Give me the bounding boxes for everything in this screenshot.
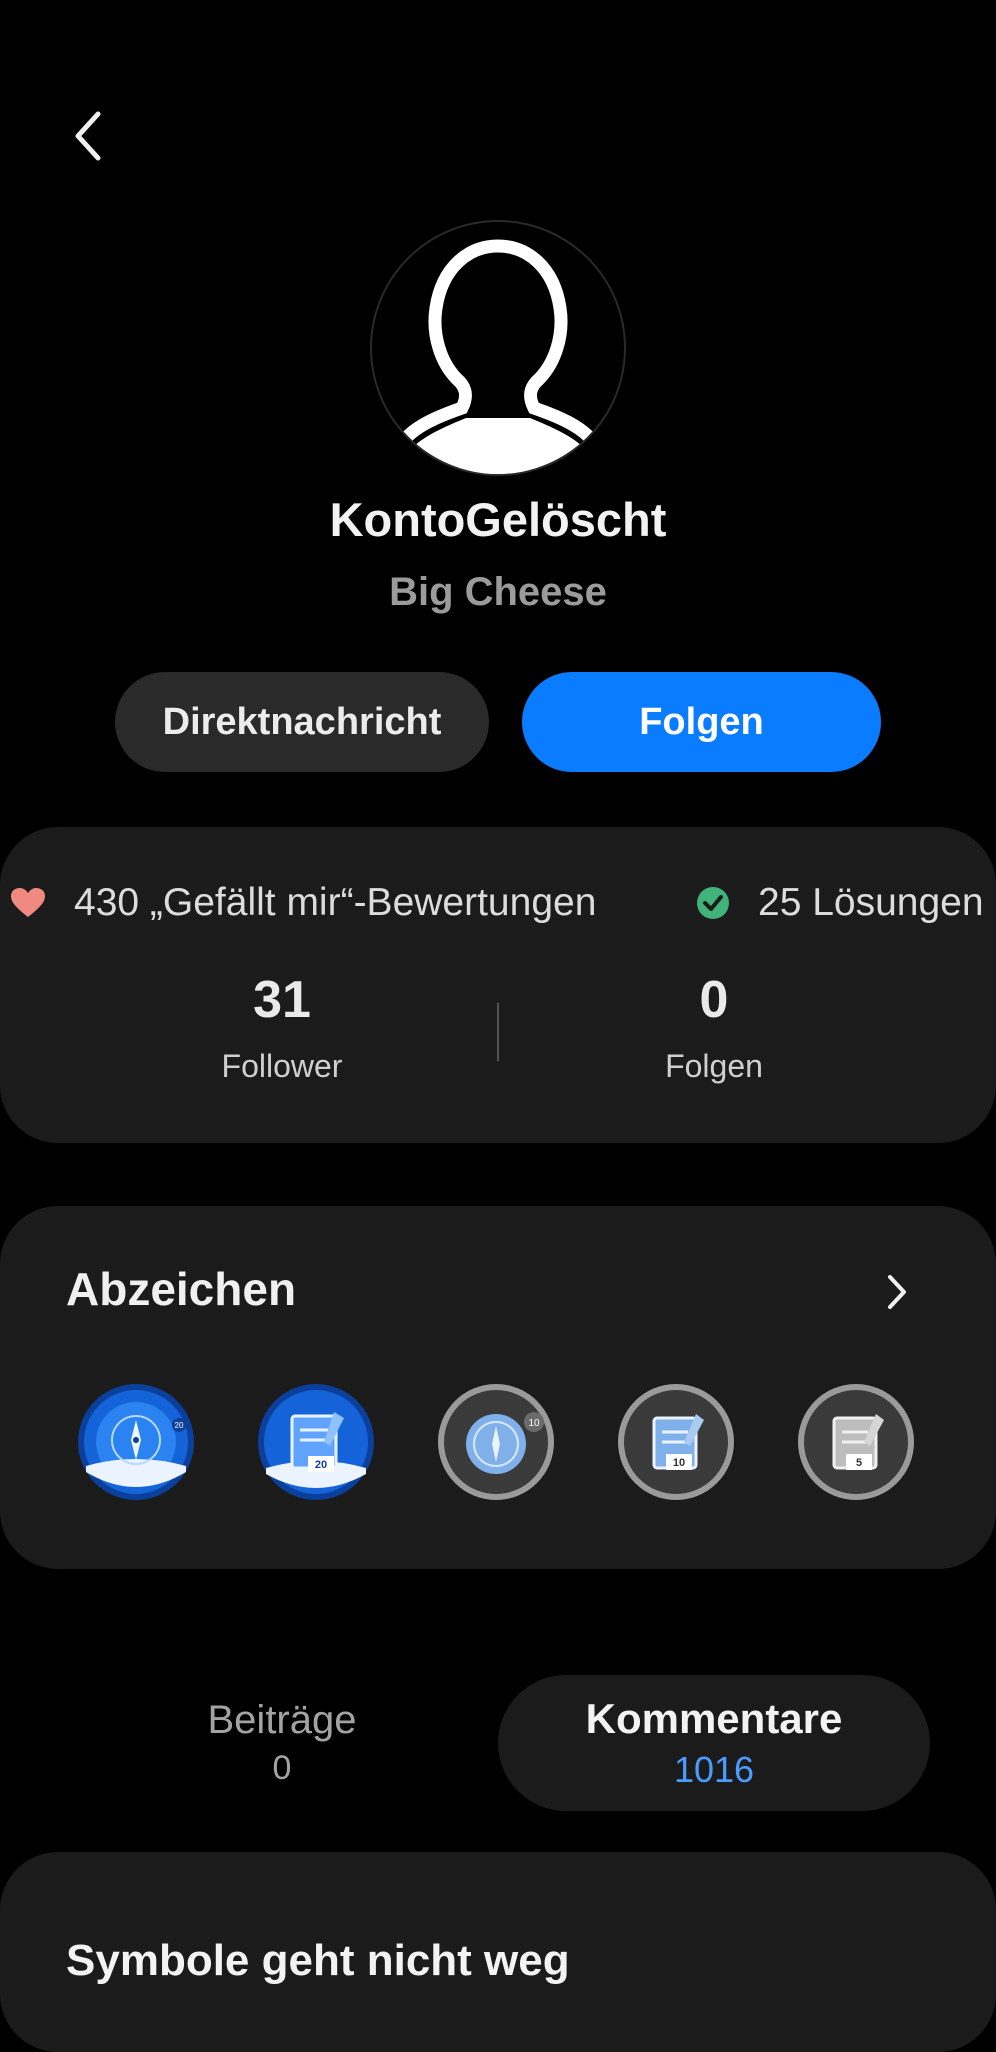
chevron-right-icon <box>888 1275 906 1309</box>
tab-comments[interactable]: Kommentare 1016 <box>498 1675 930 1811</box>
direct-message-button[interactable]: Direktnachricht <box>115 672 489 772</box>
tab-comments-label: Kommentare <box>585 1695 843 1742</box>
username: KontoGelöscht <box>329 493 667 546</box>
post-title[interactable]: Symbole geht nicht weg <box>66 1936 570 1986</box>
badge-number: 10 <box>528 1418 540 1429</box>
followers-count[interactable]: 31 <box>132 970 432 1030</box>
back-button[interactable] <box>52 100 124 172</box>
solutions-text: 25 Lösungen <box>758 881 984 924</box>
heart-icon <box>10 887 46 919</box>
following-label[interactable]: Folgen <box>564 1048 864 1085</box>
follow-button[interactable]: Folgen <box>522 672 881 772</box>
badge-number: 20 <box>175 1421 184 1430</box>
tab-posts[interactable]: Beiträge 0 <box>150 1675 414 1811</box>
rocket-booster-badge-icon: 20 <box>78 1384 194 1500</box>
likes-stat: 430 „Gefällt mir“-Bewertungen <box>10 878 596 928</box>
likes-text: 430 „Gefällt mir“-Bewertungen <box>74 881 597 924</box>
solutions-stat: 25 Lösungen <box>696 878 984 928</box>
explorer-badge-icon: 10 <box>618 1384 734 1500</box>
badges-title: Abzeichen <box>66 1263 297 1315</box>
chevron-left-icon <box>75 111 101 161</box>
sojourner-badge-icon: 20 <box>258 1384 374 1500</box>
tab-comments-count: 1016 <box>673 1749 755 1790</box>
followers-label[interactable]: Follower <box>132 1048 432 1085</box>
user-rank: Big Cheese <box>389 570 607 614</box>
check-circle-icon <box>696 886 730 920</box>
tab-posts-label: Beiträge <box>207 1698 357 1742</box>
avatar <box>370 220 626 476</box>
badge-explorer[interactable]: 10 <box>616 1382 736 1502</box>
pioneer-badge-icon: 5 <box>798 1384 914 1500</box>
user-silhouette-icon <box>385 239 611 474</box>
badge-rocket-booster[interactable]: 20 <box>76 1382 196 1502</box>
badge-number: 10 <box>673 1457 685 1469</box>
badge-sojourner[interactable]: 20 <box>256 1382 376 1502</box>
badge-number: 20 <box>315 1459 327 1471</box>
tab-posts-count: 0 <box>272 1749 292 1787</box>
badge-launcher[interactable]: 10 <box>436 1382 556 1502</box>
stats-divider <box>497 1003 499 1061</box>
launcher-badge-icon: 10 <box>438 1384 554 1500</box>
badge-pioneer[interactable]: 5 <box>796 1382 916 1502</box>
following-count[interactable]: 0 <box>564 970 864 1030</box>
badge-number: 5 <box>856 1457 862 1469</box>
badges-more-button[interactable] <box>872 1262 922 1322</box>
